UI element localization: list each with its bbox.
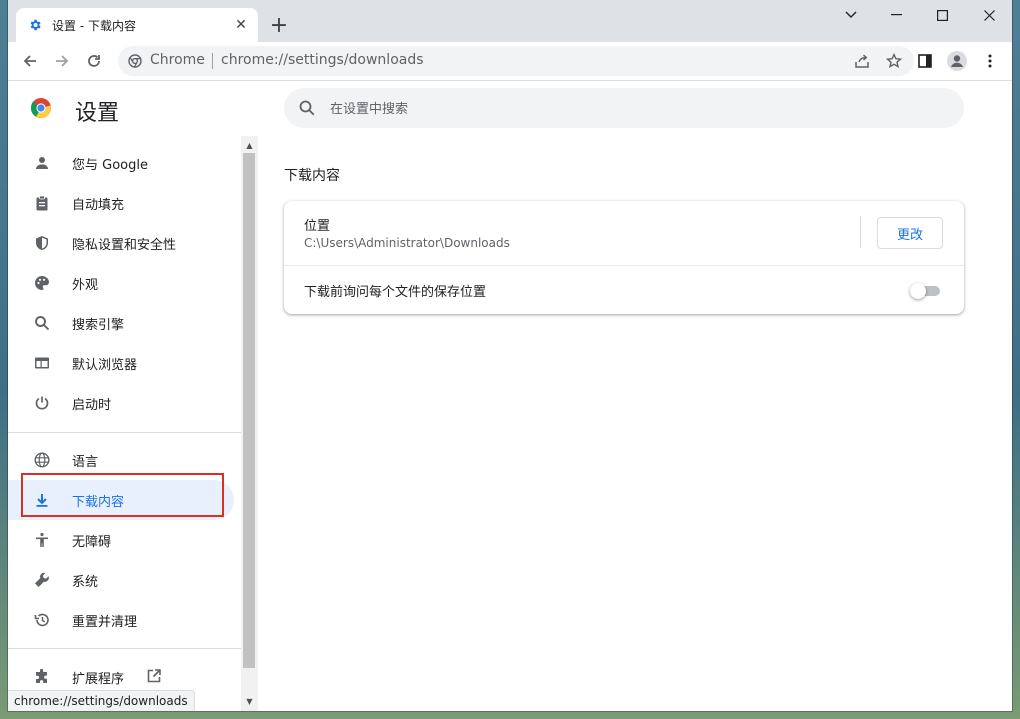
- scrollbar-thumb[interactable]: [243, 153, 255, 668]
- toggle-knob: [910, 283, 926, 299]
- maximize-button[interactable]: [919, 0, 965, 30]
- sidebar-item-label: 默认浏览器: [72, 357, 138, 373]
- browser-window: 设置 - 下载内容 ✕ + Chrome chrome://settings/d…: [8, 0, 1012, 711]
- sidebar-item-label: 启动时: [72, 397, 112, 413]
- forward-button[interactable]: [48, 47, 76, 75]
- tab-title: 设置 - 下载内容: [52, 19, 136, 33]
- globe-icon: [32, 450, 52, 470]
- person-icon: [32, 153, 52, 173]
- puzzle-icon: [32, 667, 52, 687]
- row-divider: [284, 265, 964, 266]
- sidebar-item-on-startup[interactable]: 启动时: [8, 383, 241, 423]
- side-panel-icon[interactable]: [915, 51, 935, 71]
- sidebar-item-label: 无障碍: [72, 534, 112, 550]
- profile-avatar-icon[interactable]: [947, 51, 967, 71]
- scroll-up-arrow-icon[interactable]: ▲: [241, 138, 258, 152]
- window-close-button[interactable]: [966, 0, 1012, 30]
- sidebar-item-label: 扩展程序: [72, 671, 125, 687]
- tab-search-button[interactable]: [828, 0, 874, 30]
- ask-where-to-save-toggle[interactable]: [910, 283, 942, 299]
- change-location-button[interactable]: 更改: [877, 217, 943, 249]
- clipboard-icon: [32, 193, 52, 213]
- address-bar[interactable]: Chrome chrome://settings/downloads: [118, 46, 914, 76]
- sidebar-item-appearance[interactable]: 外观: [8, 263, 241, 303]
- tab-close-icon[interactable]: ✕: [232, 16, 250, 34]
- wrench-icon: [32, 570, 52, 590]
- location-label: 位置: [304, 219, 331, 234]
- minimize-icon: [890, 14, 902, 16]
- sidebar-item-label: 搜索引擎: [72, 317, 125, 333]
- arrow-right-icon: [54, 53, 70, 69]
- vertical-separator: [860, 216, 861, 248]
- scroll-down-arrow-icon[interactable]: ▼: [241, 694, 258, 708]
- maximize-icon: [936, 9, 948, 21]
- sidebar-item-search-engine[interactable]: 搜索引擎: [8, 303, 241, 343]
- section-title: 下载内容: [284, 168, 340, 184]
- sidebar-item-you-and-google[interactable]: 您与 Google: [8, 143, 241, 183]
- browser-icon: [32, 353, 52, 373]
- tab-settings-downloads[interactable]: 设置 - 下载内容 ✕: [16, 8, 258, 42]
- sidebar-item-label: 系统: [72, 574, 99, 590]
- sidebar-scrollbar[interactable]: ▲ ▼: [241, 136, 258, 711]
- sidebar-item-reset[interactable]: 重置并清理: [8, 600, 241, 640]
- reload-button[interactable]: [80, 47, 108, 75]
- settings-search-input[interactable]: [328, 98, 932, 120]
- search-icon: [298, 99, 316, 117]
- sidebar-item-label: 隐私设置和安全性: [72, 237, 177, 253]
- sidebar-item-label: 自动填充: [72, 197, 125, 213]
- sidebar-divider: [8, 432, 241, 433]
- sidebar-item-accessibility[interactable]: 无障碍: [8, 520, 241, 560]
- settings-sidebar: 您与 Google 自动填充 隐私设置和安全性 外观 搜索引擎 默认浏览器 启动…: [8, 136, 241, 711]
- sidebar-item-label: 重置并清理: [72, 614, 138, 630]
- reload-icon: [86, 53, 102, 69]
- back-button[interactable]: [16, 47, 44, 75]
- power-icon: [32, 393, 52, 413]
- page-title: 设置: [75, 101, 120, 126]
- share-icon[interactable]: [853, 52, 871, 70]
- history-icon: [32, 610, 52, 630]
- chrome-logo-icon: [30, 97, 52, 119]
- new-tab-button[interactable]: +: [266, 12, 292, 38]
- sidebar-divider: [8, 648, 241, 649]
- minimize-button[interactable]: [873, 0, 919, 30]
- settings-search[interactable]: [284, 88, 964, 128]
- more-menu-icon[interactable]: [980, 51, 1000, 71]
- status-bubble: chrome://settings/downloads: [8, 690, 195, 711]
- close-icon: [983, 9, 995, 21]
- sidebar-item-default-browser[interactable]: 默认浏览器: [8, 343, 241, 383]
- star-icon[interactable]: [885, 52, 903, 70]
- sidebar-item-label: 语言: [72, 454, 99, 470]
- open-in-new-icon: [146, 668, 162, 684]
- downloads-card: 位置 C:\Users\Administrator\Downloads 更改 下…: [284, 201, 964, 314]
- search-icon: [32, 313, 52, 333]
- sidebar-item-label: 外观: [72, 277, 99, 293]
- shield-icon: [32, 233, 52, 253]
- annotation-highlight: [21, 473, 224, 517]
- palette-icon: [32, 273, 52, 293]
- toolbar: Chrome chrome://settings/downloads: [8, 42, 1012, 81]
- chrome-site-icon: [128, 54, 142, 68]
- arrow-left-icon: [22, 53, 38, 69]
- address-url[interactable]: chrome://settings/downloads: [221, 52, 424, 68]
- address-chip-label: Chrome: [150, 52, 205, 68]
- chevron-down-icon: [845, 11, 857, 19]
- address-separator: [212, 53, 213, 69]
- sidebar-item-label: 您与 Google: [72, 157, 148, 173]
- gear-icon: [28, 18, 42, 32]
- ask-where-to-save-label: 下载前询问每个文件的保存位置: [304, 285, 487, 300]
- accessibility-icon: [32, 530, 52, 550]
- sidebar-item-autofill[interactable]: 自动填充: [8, 183, 241, 223]
- location-path: C:\Users\Administrator\Downloads: [304, 236, 510, 250]
- sidebar-item-privacy[interactable]: 隐私设置和安全性: [8, 223, 241, 263]
- tab-strip: 设置 - 下载内容 ✕ +: [8, 0, 1012, 42]
- sidebar-item-system[interactable]: 系统: [8, 560, 241, 600]
